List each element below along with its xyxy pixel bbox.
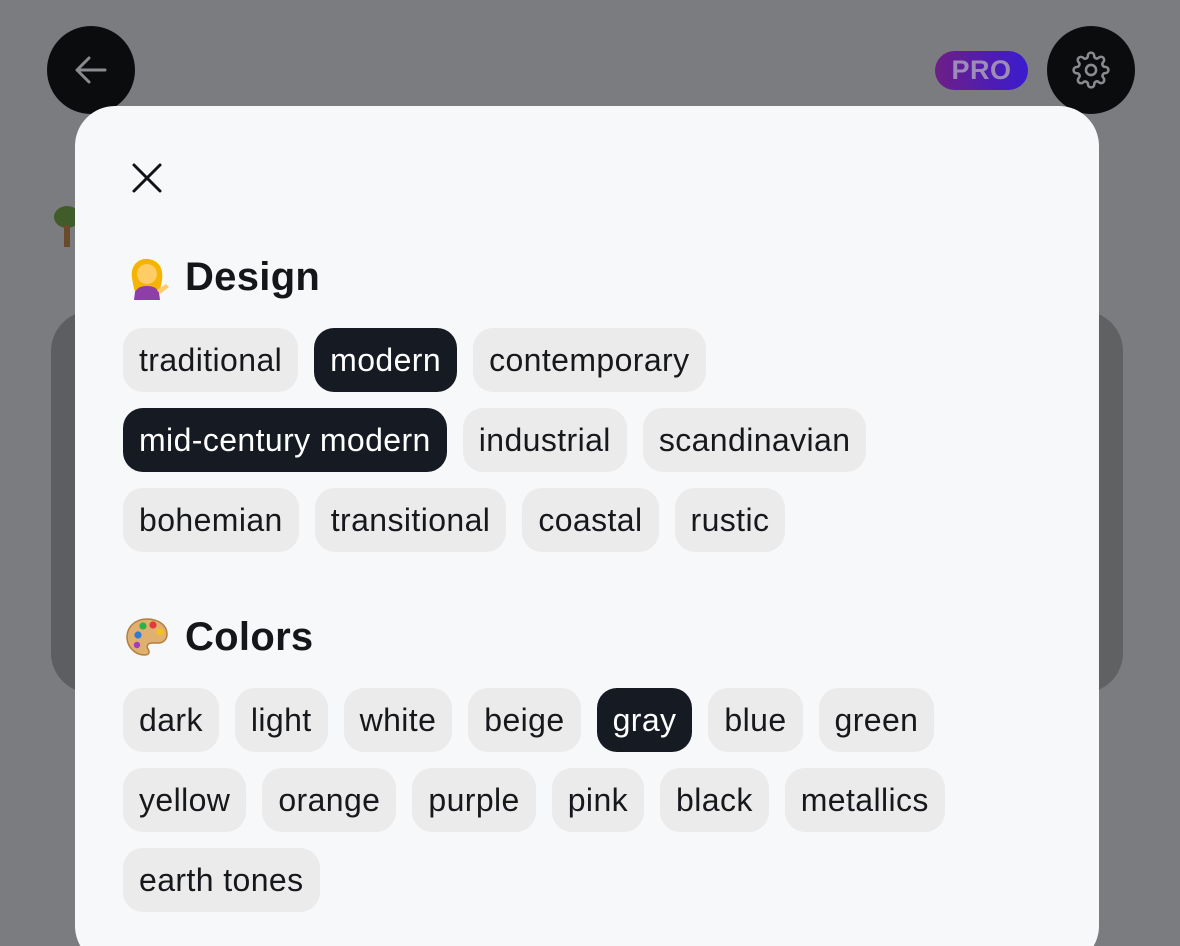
colors-section-header: Colors [123, 612, 1023, 662]
person-tipping-hand-emoji-icon [123, 253, 171, 301]
close-button[interactable] [127, 158, 167, 198]
chip-white[interactable]: white [343, 688, 453, 752]
chip-metallics[interactable]: metallics [784, 768, 945, 832]
close-icon [132, 163, 162, 193]
chip-transitional[interactable]: transitional [314, 488, 507, 552]
chip-yellow[interactable]: yellow [123, 768, 247, 832]
colors-chip-group: dark light white beige gray blue green yellow or… [123, 688, 1013, 912]
design-section-header: Design [123, 252, 1023, 302]
design-section: Design traditional modern contemporary mid-… [123, 252, 1023, 552]
chip-contemporary[interactable]: contemporary [473, 328, 706, 392]
chip-orange[interactable]: orange [262, 768, 397, 832]
back-button[interactable] [47, 26, 135, 114]
chip-gray[interactable]: gray [596, 688, 693, 752]
chip-earth-tones[interactable]: earth tones [123, 848, 320, 912]
settings-button[interactable] [1047, 26, 1135, 114]
chip-green[interactable]: green [818, 688, 935, 752]
colors-section: Colors dark light white beige gray blue green y… [123, 612, 1023, 912]
colors-section-title: Colors [185, 614, 314, 659]
arrow-left-icon [75, 56, 107, 84]
chip-blue[interactable]: blue [708, 688, 803, 752]
chip-industrial[interactable]: industrial [462, 408, 627, 472]
chip-bohemian[interactable]: bohemian [123, 488, 299, 552]
design-chip-group: traditional modern contemporary mid-century… [123, 328, 1013, 552]
chip-purple[interactable]: purple [412, 768, 536, 832]
design-section-title: Design [185, 254, 321, 299]
chip-light[interactable]: light [234, 688, 328, 752]
chip-black[interactable]: black [660, 768, 769, 832]
chip-beige[interactable]: beige [468, 688, 581, 752]
artist-palette-emoji-icon [123, 613, 171, 661]
gear-icon [1072, 51, 1110, 89]
chip-scandinavian[interactable]: scandinavian [642, 408, 867, 472]
chip-mid-century-modern[interactable]: mid-century modern [123, 408, 447, 472]
style-filter-modal: Design traditional modern contemporary mid-… [75, 106, 1099, 946]
chip-coastal[interactable]: coastal [522, 488, 659, 552]
chip-pink[interactable]: pink [551, 768, 645, 832]
chip-dark[interactable]: dark [123, 688, 219, 752]
pro-badge[interactable]: PRO [935, 51, 1028, 90]
chip-rustic[interactable]: rustic [674, 488, 786, 552]
chip-modern[interactable]: modern [314, 328, 458, 392]
chip-traditional[interactable]: traditional [123, 328, 299, 392]
